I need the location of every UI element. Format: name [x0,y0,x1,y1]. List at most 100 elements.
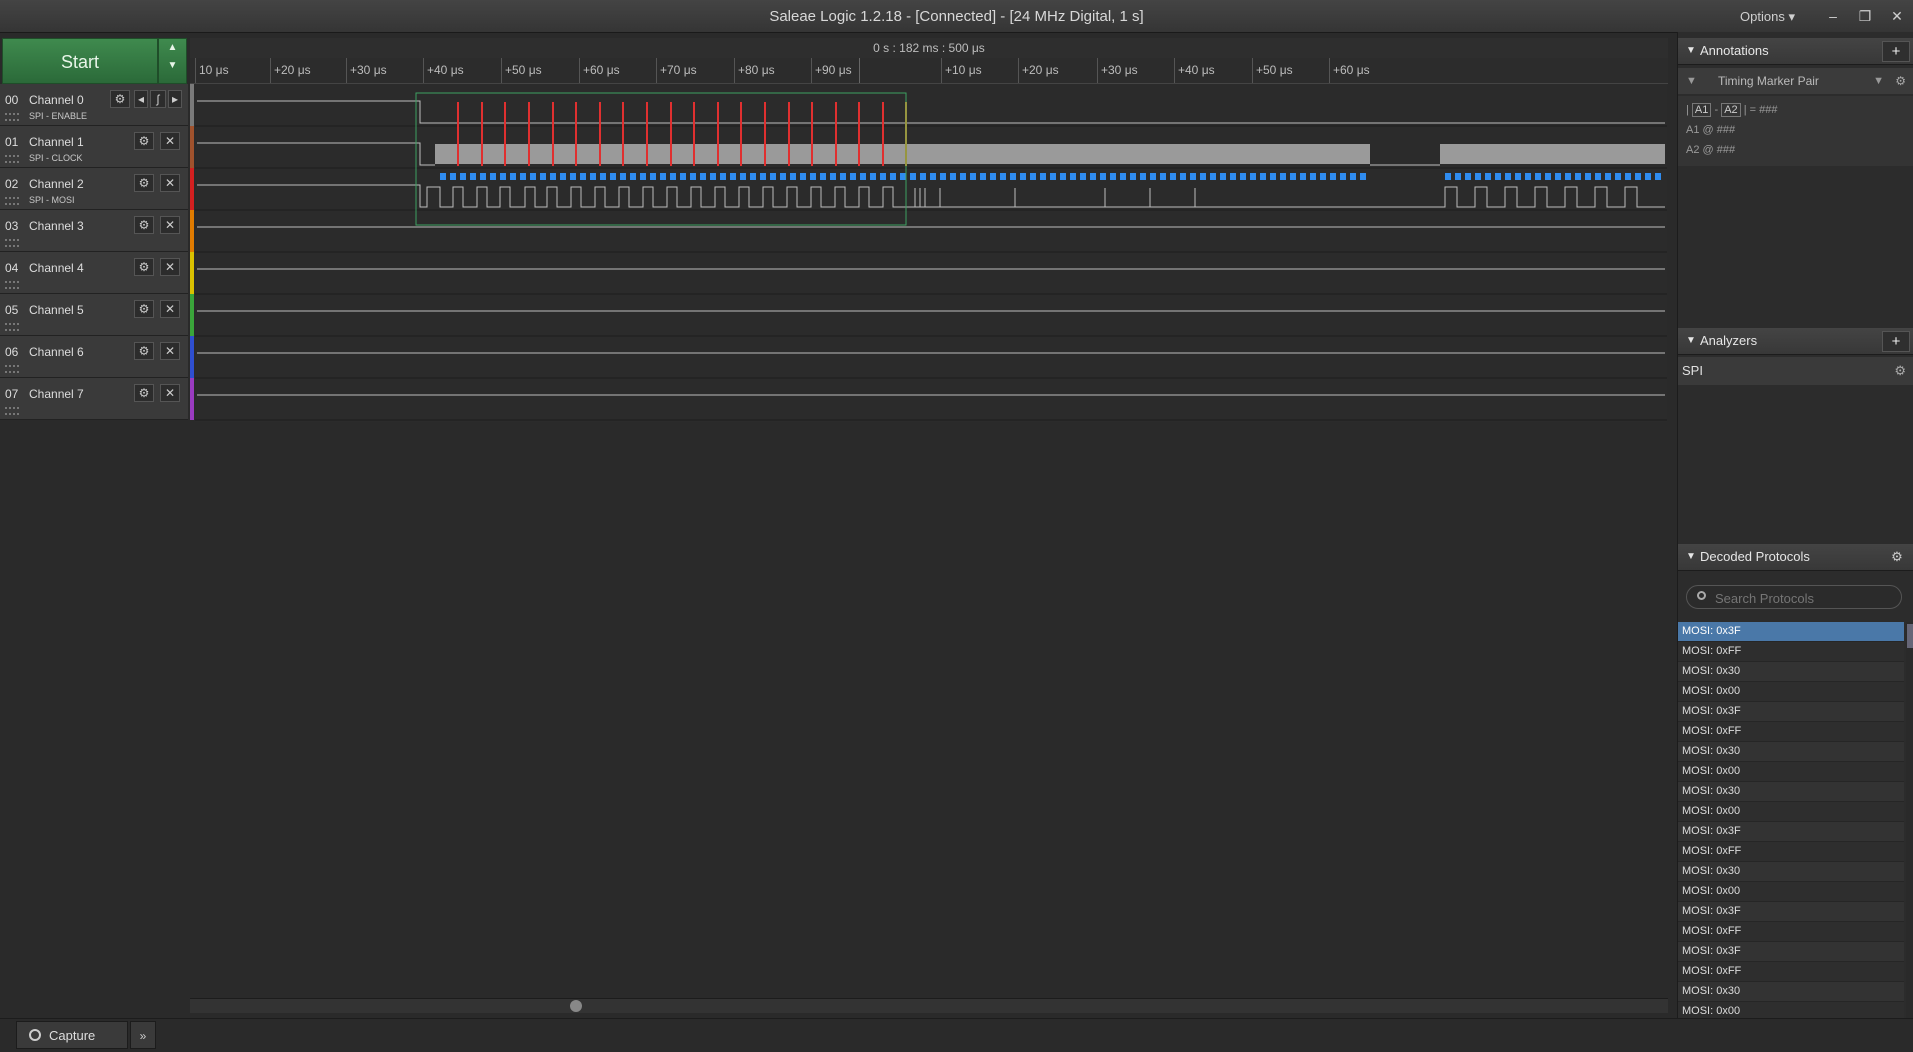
search-protocols-field[interactable] [1686,585,1902,609]
horizontal-scrollbar[interactable] [190,998,1668,1013]
tick-label: +70 μs [660,63,697,77]
protocol-list-item[interactable]: MOSI: 0x3F [1678,702,1904,722]
protocol-list-item[interactable]: MOSI: 0x00 [1678,802,1904,822]
gear-icon[interactable]: ⚙ [110,90,130,108]
close-icon[interactable]: ✕ [160,216,180,234]
protocol-list-item[interactable]: MOSI: 0x30 [1678,662,1904,682]
gear-icon[interactable]: ⚙ [134,132,154,150]
gear-icon[interactable]: ⚙ [134,258,154,276]
marker-pin-icon: ▼ [1686,75,1697,87]
channel-name[interactable]: Channel 5 [29,303,84,317]
collapse-triangle-icon[interactable]: ▼ [1686,544,1696,570]
protocol-list-scrollbar[interactable] [1906,622,1913,1018]
close-window-button[interactable]: ✕ [1885,5,1909,27]
annotations-header[interactable]: ▼ Annotations + [1678,38,1913,65]
channel-row-07[interactable]: 07 Channel 7 ⚙ ✕ [0,378,188,420]
analyzers-header[interactable]: ▼ Analyzers + [1678,328,1913,355]
gear-icon[interactable]: ⚙ [134,342,154,360]
gear-icon[interactable]: ⚙ [1894,357,1906,385]
protocol-list-item[interactable]: MOSI: 0x30 [1678,982,1904,1002]
protocol-list-item[interactable]: MOSI: 0x00 [1678,1002,1904,1018]
start-button[interactable]: Start [2,38,158,84]
close-icon[interactable]: ✕ [160,258,180,276]
time-ruler[interactable]: 10 μs +20 μs +30 μs +40 μs +50 μs +60 μs +70 μ… [190,58,1668,84]
analyzer-item-spi[interactable]: SPI ⚙ [1678,357,1913,385]
decoded-protocol-list[interactable]: MOSI: 0x3F MOSI: 0xFF MOSI: 0x30 MOSI: 0x00… [1678,622,1904,1018]
collapse-triangle-icon[interactable]: ▼ [1686,38,1696,64]
dropdown-icon[interactable]: ▼ [1873,68,1884,94]
channel-name[interactable]: Channel 7 [29,387,84,401]
gear-icon[interactable]: ⚙ [134,174,154,192]
search-input[interactable] [1713,588,1897,608]
minimize-button[interactable]: – [1821,5,1845,27]
close-icon[interactable]: ✕ [160,132,180,150]
drag-handle-icon[interactable] [5,323,19,331]
scroll-thumb[interactable] [1907,624,1913,648]
options-menu[interactable]: Options ▾ [1740,9,1795,25]
add-analyzer-button[interactable]: + [1882,331,1910,352]
start-options-arrows[interactable]: ▲ ▼ [158,38,187,84]
drag-handle-icon[interactable] [5,113,19,121]
close-icon[interactable]: ✕ [160,384,180,402]
gear-icon[interactable]: ⚙ [1895,68,1906,94]
channel-row-03[interactable]: 03 Channel 3 ⚙ ✕ [0,210,188,252]
prev-edge-icon[interactable]: ◂ [134,90,148,108]
channel-color-bar [190,84,194,126]
protocol-list-item[interactable]: MOSI: 0x3F [1678,902,1904,922]
channel-row-06[interactable]: 06 Channel 6 ⚙ ✕ [0,336,188,378]
drag-handle-icon[interactable] [5,197,19,205]
protocol-list-item[interactable]: MOSI: 0x00 [1678,882,1904,902]
a1-label: A1 [1686,124,1700,136]
protocol-list-item[interactable]: MOSI: 0xFF [1678,722,1904,742]
channel-name[interactable]: Channel 1 [29,135,84,149]
waveform-view[interactable] [195,84,1667,422]
channel-row-04[interactable]: 04 Channel 4 ⚙ ✕ [0,252,188,294]
protocol-list-item[interactable]: MOSI: 0x00 [1678,682,1904,702]
drag-handle-icon[interactable] [5,281,19,289]
drag-handle-icon[interactable] [5,407,19,415]
gear-icon[interactable]: ⚙ [134,384,154,402]
protocol-list-item[interactable]: MOSI: 0x30 [1678,862,1904,882]
protocol-list-item[interactable]: MOSI: 0x30 [1678,742,1904,762]
trigger-edge-icon[interactable]: ʃ [150,90,166,108]
timing-marker-row[interactable]: ▼ Timing Marker Pair ▼ ⚙ [1678,68,1913,94]
protocol-list-item[interactable]: MOSI: 0x00 [1678,762,1904,782]
add-annotation-button[interactable]: + [1882,41,1910,62]
maximize-button[interactable]: ❐ [1853,5,1877,27]
channel-row-05[interactable]: 05 Channel 5 ⚙ ✕ [0,294,188,336]
protocol-list-item[interactable]: MOSI: 0xFF [1678,962,1904,982]
channel-name[interactable]: Channel 6 [29,345,84,359]
gear-icon[interactable]: ⚙ [134,300,154,318]
drag-handle-icon[interactable] [5,155,19,163]
capture-tab[interactable]: Capture [16,1021,128,1049]
channel-row-01[interactable]: 01 Channel 1 SPI - CLOCK ⚙ ✕ [0,126,188,168]
close-icon[interactable]: ✕ [160,174,180,192]
tick-line [1174,58,1175,83]
channel-name[interactable]: Channel 3 [29,219,84,233]
channel-row-02[interactable]: 02 Channel 2 SPI - MOSI ⚙ ✕ [0,168,188,210]
more-tabs-button[interactable]: » [130,1021,156,1049]
collapse-triangle-icon[interactable]: ▼ [1686,328,1696,354]
drag-handle-icon[interactable] [5,365,19,373]
channel-name[interactable]: Channel 2 [29,177,84,191]
protocol-list-item[interactable]: MOSI: 0x3F [1678,942,1904,962]
gear-icon[interactable]: ⚙ [1884,547,1910,566]
channel-name[interactable]: Channel 0 [29,93,84,107]
scroll-thumb[interactable] [570,1000,582,1012]
protocol-list-item[interactable]: MOSI: 0xFF [1678,642,1904,662]
tick-line [859,58,860,83]
protocol-list-item[interactable]: MOSI: 0xFF [1678,842,1904,862]
protocol-list-item[interactable]: MOSI: 0xFF [1678,922,1904,942]
waveform-empty-area[interactable] [195,422,1667,998]
drag-handle-icon[interactable] [5,239,19,247]
close-icon[interactable]: ✕ [160,300,180,318]
channel-name[interactable]: Channel 4 [29,261,84,275]
protocol-list-item[interactable]: MOSI: 0x3F [1678,822,1904,842]
close-icon[interactable]: ✕ [160,342,180,360]
decoded-protocols-header[interactable]: ▼ Decoded Protocols ⚙ [1678,544,1913,571]
protocol-list-item[interactable]: MOSI: 0x3F [1678,622,1904,642]
channel-row-00[interactable]: 00 Channel 0 SPI - ENABLE ⚙ ◂ ʃ ▸ [0,84,188,126]
gear-icon[interactable]: ⚙ [134,216,154,234]
next-edge-icon[interactable]: ▸ [168,90,182,108]
protocol-list-item[interactable]: MOSI: 0x30 [1678,782,1904,802]
